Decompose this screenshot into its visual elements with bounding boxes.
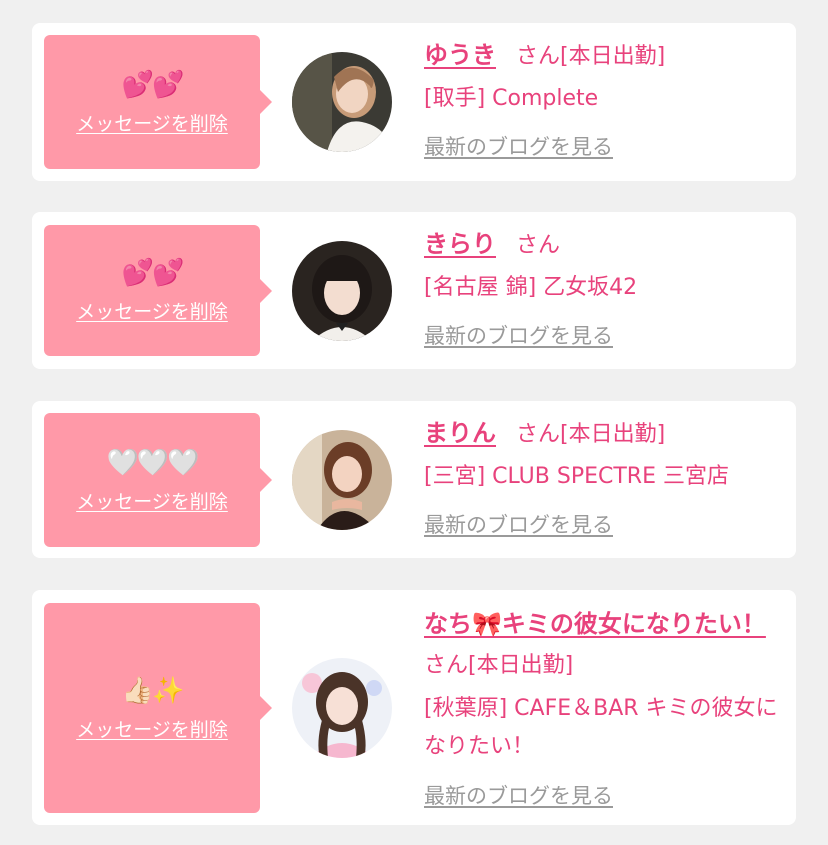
message-bubble: 💕💕 メッセージを削除 bbox=[44, 35, 272, 169]
message-bubble: 💕💕 メッセージを削除 bbox=[44, 225, 272, 356]
message-emoji: 💕💕 bbox=[121, 69, 185, 100]
honorific: さん bbox=[516, 44, 561, 69]
cast-name-link[interactable]: ゆうき bbox=[424, 41, 496, 69]
avatar[interactable] bbox=[292, 241, 392, 341]
message-emoji: 👍🏻✨ bbox=[121, 675, 185, 706]
status-badge: [本日出勤] bbox=[560, 422, 666, 447]
status-badge: [本日出勤] bbox=[468, 653, 574, 678]
latest-blog-link[interactable]: 最新のブログを見る bbox=[424, 780, 613, 810]
delete-message-link[interactable]: メッセージを削除 bbox=[76, 297, 228, 324]
honorific: さん bbox=[424, 653, 469, 678]
message-card: 💕💕 メッセージを削除 ゆうき さん[本日出勤] [取手] Complete 最新… bbox=[32, 23, 796, 181]
message-card: 🤍🤍🤍 メッセージを削除 まりん さん[本日出勤] [三宮] CLUB SPECT… bbox=[32, 401, 796, 558]
message-bubble: 🤍🤍🤍 メッセージを削除 bbox=[44, 413, 272, 547]
cast-name-link[interactable]: まりん bbox=[424, 419, 496, 447]
latest-blog-link[interactable]: 最新のブログを見る bbox=[424, 320, 613, 350]
delete-message-link[interactable]: メッセージを削除 bbox=[76, 109, 228, 136]
cast-name-link[interactable]: きらり bbox=[424, 230, 496, 258]
status-badge: [本日出勤] bbox=[560, 44, 666, 69]
cast-info: ゆうき さん[本日出勤] [取手] Complete 最新のブログを見る bbox=[424, 37, 789, 161]
honorific: さん bbox=[516, 422, 561, 447]
message-emoji: 🤍🤍🤍 bbox=[106, 447, 199, 478]
shop-name: [取手] Complete bbox=[424, 86, 599, 111]
shop-name: [秋葉原] CAFE＆BAR キミの彼女になりたい！ bbox=[424, 696, 778, 759]
cast-info: きらり さん [名古屋 錦] 乙女坂42 最新のブログを見る bbox=[424, 226, 789, 350]
message-bubble: 👍🏻✨ メッセージを削除 bbox=[44, 603, 272, 813]
avatar[interactable] bbox=[292, 430, 392, 530]
message-emoji: 💕💕 bbox=[121, 258, 185, 288]
cast-name-link[interactable]: なち🎀キミの彼女になりたい！ bbox=[424, 610, 766, 638]
avatar[interactable] bbox=[292, 52, 392, 152]
shop-name: [三宮] CLUB SPECTRE 三宮店 bbox=[424, 464, 729, 489]
cast-info: まりん さん[本日出勤] [三宮] CLUB SPECTRE 三宮店 最新のブログ… bbox=[424, 415, 789, 539]
latest-blog-link[interactable]: 最新のブログを見る bbox=[424, 131, 613, 161]
delete-message-link[interactable]: メッセージを削除 bbox=[76, 715, 228, 742]
message-card: 💕💕 メッセージを削除 きらり さん [名古屋 錦] 乙女坂42 最新のブログを見… bbox=[32, 212, 796, 369]
avatar[interactable] bbox=[292, 658, 392, 758]
honorific: さん bbox=[516, 233, 561, 258]
cast-info: なち🎀キミの彼女になりたい！ さん[本日出勤] [秋葉原] CAFE＆BAR キミ… bbox=[424, 604, 792, 810]
message-card: 👍🏻✨ メッセージを削除 なち🎀キミの彼女になりたい！ さん[本日出勤] [秋葉原… bbox=[32, 590, 796, 825]
shop-name: [名古屋 錦] 乙女坂42 bbox=[424, 275, 638, 300]
delete-message-link[interactable]: メッセージを削除 bbox=[76, 487, 228, 514]
latest-blog-link[interactable]: 最新のブログを見る bbox=[424, 509, 613, 539]
